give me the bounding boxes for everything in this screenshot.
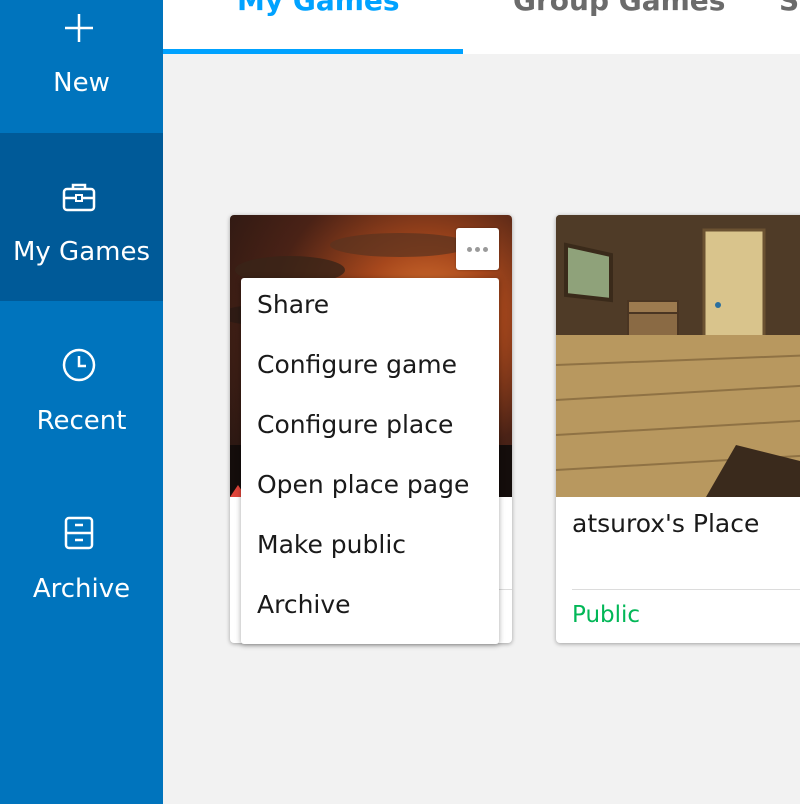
tab-group-games[interactable]: Group Games bbox=[513, 0, 725, 17]
tab-my-games[interactable]: My Games bbox=[237, 0, 400, 17]
tab-bar: My Games Group Games S bbox=[163, 0, 800, 54]
menu-item-configure-game[interactable]: Configure game bbox=[241, 338, 499, 398]
sidebar-item-my-games[interactable]: My Games bbox=[0, 133, 163, 301]
tab-shared[interactable]: S bbox=[779, 0, 799, 17]
sidebar-item-label: Archive bbox=[32, 574, 131, 604]
more-options-button[interactable] bbox=[456, 228, 499, 270]
sidebar-item-label: New bbox=[53, 68, 110, 98]
menu-item-make-public[interactable]: Make public bbox=[241, 518, 499, 578]
clock-icon bbox=[62, 348, 96, 382]
sidebar-item-recent[interactable]: Recent bbox=[0, 301, 163, 469]
context-menu: Share Configure game Configure place Ope… bbox=[241, 278, 499, 644]
sidebar-item-archive[interactable]: Archive bbox=[0, 469, 163, 637]
menu-item-open-place-page[interactable]: Open place page bbox=[241, 458, 499, 518]
active-tab-indicator bbox=[163, 49, 463, 54]
game-thumbnail bbox=[556, 215, 800, 497]
wooden-room-image bbox=[556, 215, 800, 497]
game-status: Public bbox=[572, 602, 641, 628]
plus-icon bbox=[65, 14, 93, 42]
menu-item-share[interactable]: Share bbox=[241, 278, 499, 338]
ellipsis-icon bbox=[467, 247, 472, 252]
card-divider bbox=[572, 589, 800, 590]
sidebar: New My Games Recent Archive bbox=[0, 0, 163, 804]
menu-item-configure-place[interactable]: Configure place bbox=[241, 398, 499, 458]
game-card[interactable]: atsurox's Place Public bbox=[556, 215, 800, 643]
briefcase-icon bbox=[62, 183, 96, 212]
sidebar-item-label: My Games bbox=[12, 237, 151, 267]
menu-item-archive[interactable]: Archive bbox=[241, 578, 499, 638]
sidebar-item-label: Recent bbox=[36, 406, 127, 436]
game-title: atsurox's Place bbox=[572, 509, 760, 538]
archive-icon bbox=[64, 516, 94, 550]
